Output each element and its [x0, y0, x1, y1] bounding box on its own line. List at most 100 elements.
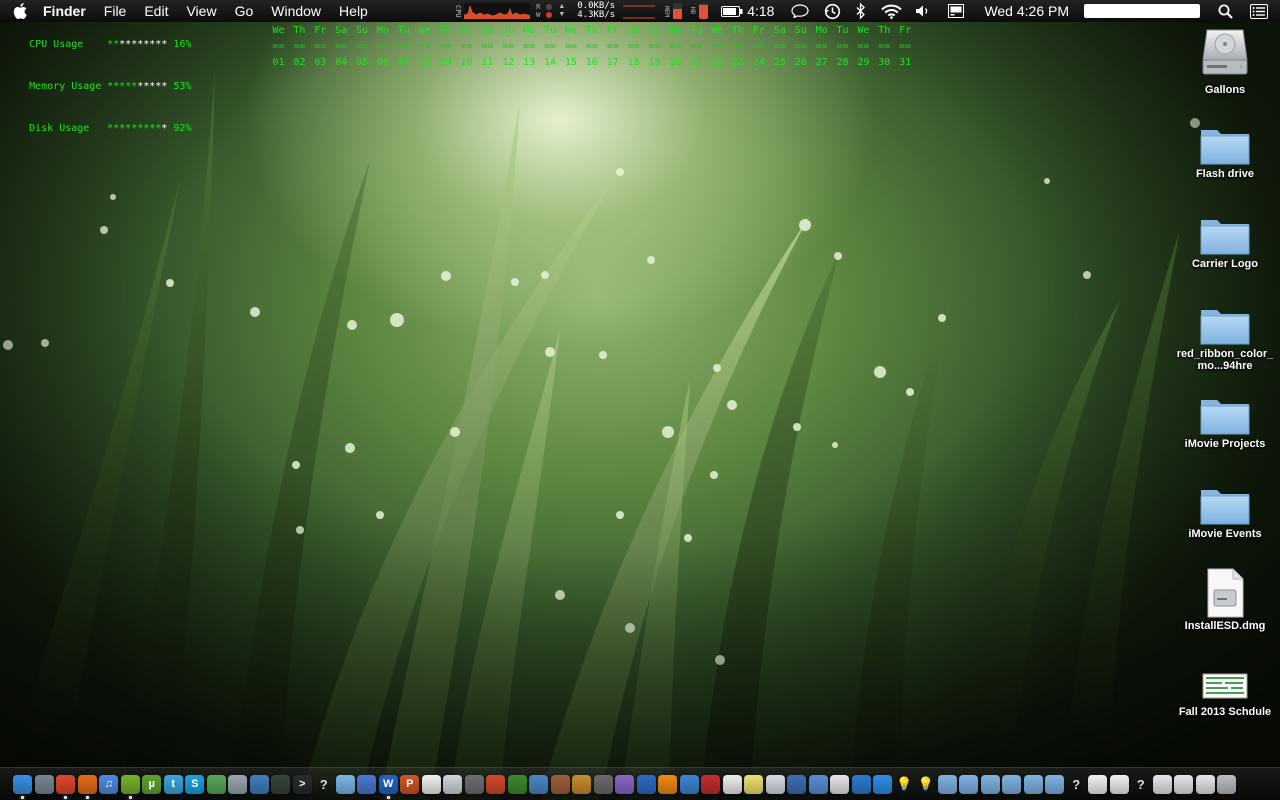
dock-item[interactable]: [270, 772, 292, 796]
spotlight-search-input[interactable]: [1084, 4, 1200, 18]
dock-item[interactable]: [55, 772, 77, 799]
dock-item[interactable]: [1087, 772, 1109, 796]
volume-icon[interactable]: [915, 0, 931, 22]
dock-item[interactable]: [808, 772, 830, 796]
dock-item[interactable]: [679, 772, 701, 796]
dock-item[interactable]: [765, 772, 787, 796]
dock-item[interactable]: 💡: [894, 772, 916, 796]
dock-item[interactable]: [442, 772, 464, 796]
desktop-item-installesd[interactable]: InstallESD.dmg: [1170, 568, 1280, 632]
disk-bar-icon: [699, 3, 709, 19]
desktop-item-carrier-logo[interactable]: Carrier Logo: [1170, 214, 1280, 270]
menu-go[interactable]: Go: [226, 0, 263, 22]
dock-item[interactable]: ?: [1066, 772, 1088, 796]
dock-item[interactable]: [464, 772, 486, 796]
dock-item[interactable]: [12, 772, 34, 799]
dock-item[interactable]: S: [184, 772, 206, 796]
net-arrows: ▲ ▼: [558, 0, 565, 22]
dock-item[interactable]: µ: [141, 772, 163, 796]
dock-item[interactable]: ?: [1130, 772, 1152, 796]
disk-meter[interactable]: HD: [688, 0, 709, 22]
dock-item[interactable]: [1152, 772, 1174, 796]
dock-item[interactable]: [120, 772, 142, 799]
notification-center-icon[interactable]: [1250, 0, 1268, 22]
folder-icon: [1200, 130, 1250, 165]
menu-bar: Finder File Edit View Go Window Help CPU…: [0, 0, 1280, 22]
dock-item[interactable]: [614, 772, 636, 796]
menu-window[interactable]: Window: [262, 0, 330, 22]
dock-item[interactable]: t: [163, 772, 185, 796]
display-mirror-icon[interactable]: [948, 0, 965, 22]
dock-item[interactable]: [335, 772, 357, 796]
net-up-arrow-icon: ▲: [558, 3, 566, 10]
dock-item[interactable]: >: [292, 772, 314, 796]
dock-item[interactable]: [1044, 772, 1066, 796]
dock-item[interactable]: [872, 772, 894, 796]
memory-meter[interactable]: MEM: [662, 0, 683, 22]
dock-item[interactable]: [786, 772, 808, 796]
spotlight-search-icon[interactable]: [1218, 0, 1233, 22]
dock-item[interactable]: [1216, 772, 1238, 796]
dock-item[interactable]: [937, 772, 959, 796]
dock-item[interactable]: [743, 772, 765, 796]
dock-item[interactable]: [1023, 772, 1045, 796]
dock-item[interactable]: [700, 772, 722, 796]
dock-item[interactable]: [356, 772, 378, 796]
dock-item[interactable]: [528, 772, 550, 796]
desktop-item-imovie-events[interactable]: iMovie Events: [1170, 484, 1280, 540]
dock-item[interactable]: [958, 772, 980, 796]
wifi-icon[interactable]: [881, 0, 903, 22]
dock-item[interactable]: [722, 772, 744, 796]
dock-item[interactable]: [550, 772, 572, 796]
dock-item[interactable]: [206, 772, 228, 796]
dock-item[interactable]: [507, 772, 529, 796]
dock-item[interactable]: [980, 772, 1002, 796]
battery-status[interactable]: 4:18: [721, 0, 774, 22]
dock-item[interactable]: ♫: [98, 772, 120, 796]
menu-app-finder[interactable]: Finder: [34, 0, 95, 22]
dock-item[interactable]: [421, 772, 443, 796]
messages-status-icon[interactable]: [791, 0, 810, 22]
desktop-item-flash-drive[interactable]: Flash drive: [1170, 124, 1280, 180]
dock-item[interactable]: [1195, 772, 1217, 796]
pot-app-icon: [550, 774, 570, 794]
dock-item[interactable]: [571, 772, 593, 796]
dock-item[interactable]: [1109, 772, 1131, 796]
desktop-item-fall-2013-schedule[interactable]: Fall 2013 Schdule: [1170, 668, 1280, 718]
disk-usage-bar: ********** 92%: [107, 123, 191, 134]
apple-menu-icon[interactable]: [12, 2, 28, 20]
dock-item[interactable]: W: [378, 772, 400, 799]
menu-file[interactable]: File: [95, 0, 136, 22]
menu-edit[interactable]: Edit: [135, 0, 177, 22]
dock-item[interactable]: [593, 772, 615, 796]
calendar-separator: ==: [314, 41, 327, 52]
app-store-icon: [873, 774, 893, 794]
cpu-meter[interactable]: CPU: [453, 0, 531, 22]
dock-item[interactable]: [77, 772, 99, 799]
dock-item[interactable]: ?: [313, 772, 335, 796]
menu-view[interactable]: View: [177, 0, 225, 22]
network-speed[interactable]: 0.0KB/s 4.3KB/s: [577, 0, 615, 22]
desktop-item-gallons[interactable]: Gallons: [1170, 26, 1280, 96]
dock-item[interactable]: [851, 772, 873, 796]
dock-item[interactable]: [657, 772, 679, 796]
dock-item[interactable]: [485, 772, 507, 796]
dock-item[interactable]: [829, 772, 851, 796]
menubar-clock[interactable]: Wed 4:26 PM: [975, 0, 1078, 22]
menu-help[interactable]: Help: [330, 0, 377, 22]
running-indicator: [21, 796, 24, 799]
desktop-item-imovie-projects[interactable]: iMovie Projects: [1170, 394, 1280, 450]
dock-item[interactable]: [249, 772, 271, 796]
disk-activity[interactable]: R W: [536, 0, 540, 22]
bluetooth-icon[interactable]: [856, 0, 866, 22]
desktop-item-red-ribbon[interactable]: red_ribbon_color_mo...94hre: [1170, 304, 1280, 372]
dock-item[interactable]: [34, 772, 56, 796]
dock-item[interactable]: [1173, 772, 1195, 796]
dock-item[interactable]: 💡: [915, 772, 937, 796]
dock-item[interactable]: P: [399, 772, 421, 796]
dock-item[interactable]: [227, 772, 249, 796]
time-machine-icon[interactable]: [824, 0, 841, 22]
calendar-date: 05: [355, 57, 369, 68]
dock-item[interactable]: [636, 772, 658, 796]
dock-item[interactable]: [1001, 772, 1023, 796]
